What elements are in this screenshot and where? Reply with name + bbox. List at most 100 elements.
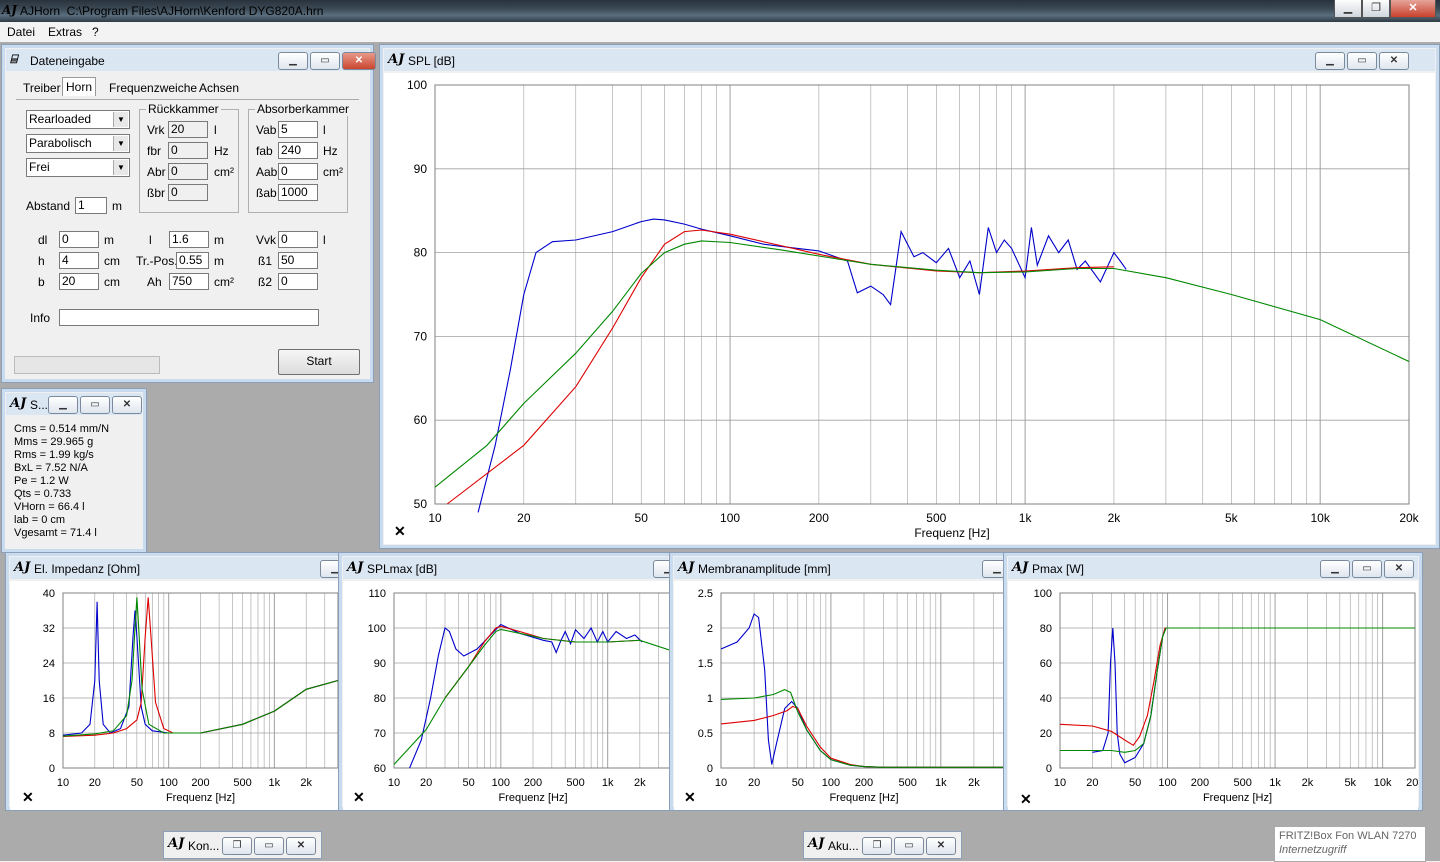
b2-label: ß2 [258,275,273,289]
close-icon[interactable]: ✕ [342,52,376,70]
start-button[interactable]: Start [278,349,360,375]
close-icon[interactable]: ✕ [112,396,142,414]
spl-chart: 50 60 70 80 90 100 10 20 50 100 200 500 1k 2k 5k 10k 20k… [407,78,1420,540]
minimize-icon[interactable]: ▁ [1334,0,1362,18]
ah-label: Ah [147,275,162,289]
close-plot-icon[interactable]: ✕ [394,523,406,540]
menu-extras[interactable]: Extras [48,25,82,39]
pmax-titlebar[interactable]: AJ Pmax [W] ▁ ▭ ✕ [1008,557,1418,579]
restore-icon[interactable]: ▭ [1347,52,1377,70]
info-input[interactable] [59,309,319,326]
fbr-input[interactable]: 0 [168,142,208,159]
close-icon[interactable]: ✕ [1379,52,1409,70]
chevron-down-icon: ▼ [113,112,128,127]
minimized-window-kon[interactable]: AJ Kon... ❐ ▭ ✕ [163,831,322,859]
fab-input[interactable]: 240 [278,142,318,159]
maximize-icon[interactable]: ▭ [894,837,924,855]
l-input[interactable]: 1.6 [169,231,209,248]
x-tick-label: 10 [388,777,400,789]
membrane-titlebar[interactable]: AJ Membranamplitude [mm] ▁ [674,557,1012,579]
close-icon[interactable]: ✕ [1384,560,1414,578]
abstand-input[interactable]: 1 [75,197,107,214]
b-input[interactable]: 20 [59,273,99,290]
vvk-input[interactable]: 0 [278,231,318,248]
params-titlebar[interactable]: AJ S... ▁ ▭ ✕ [6,393,142,415]
bbr-input[interactable]: 0 [168,184,208,201]
restore-icon[interactable]: ▭ [1352,560,1382,578]
progress-bar [14,356,160,374]
minimize-icon[interactable]: ▁ [1320,560,1350,578]
maximize-icon[interactable]: ▭ [254,837,284,855]
dl-input[interactable]: 0 [59,231,99,248]
restore-icon[interactable]: ❐ [222,837,252,855]
close-plot-icon[interactable]: ✕ [684,789,696,806]
aj-logo-icon: AJ [1012,560,1029,575]
bab-input[interactable]: 1000 [278,184,318,201]
restore-icon[interactable]: ▭ [310,52,340,70]
y-tick-label: 16 [43,693,55,705]
series-line-red [446,229,1114,505]
horn-profile-select[interactable]: Parabolisch ▼ [26,134,130,153]
aab-input[interactable]: 0 [278,163,318,180]
tab-horn[interactable]: Horn [62,77,97,96]
x-axis-label: Frequenz [Hz] [498,792,567,804]
x-tick-label: 50 [635,511,649,525]
vrk-input[interactable]: 20 [168,121,208,138]
tab-treiber[interactable]: Treiber [20,79,64,97]
splmax-plot-area: 60 70 80 90 100 110 10 20 50 100 200 500 1k 2k Frequen… [343,581,673,810]
membrane-title: Membranamplitude [mm] [698,562,831,576]
restore-icon[interactable]: ▭ [80,396,110,414]
close-icon[interactable]: ✕ [926,837,956,855]
impedance-chart: 0 8 16 24 32 40 10 20 50 100 200 500 1k 2k Frequenz [H… [43,588,339,804]
menu-help[interactable]: ? [92,25,99,39]
minimize-icon[interactable]: ▁ [1315,52,1345,70]
series-line-red [444,625,640,699]
tab-achsen[interactable]: Achsen [196,79,242,97]
vab-input[interactable]: 5 [278,121,318,138]
y-tick-label: 1.5 [698,658,713,670]
spl-plot-area: 50 60 70 80 90 100 10 20 50 100 200 500 1k 2k 5k 10k 20k… [384,73,1435,544]
h-input[interactable]: 4 [59,252,99,269]
x-tick-label: 10k [1310,511,1330,525]
abr-input[interactable]: 0 [168,163,208,180]
horn-mount-select[interactable]: Frei ▼ [26,158,130,177]
menu-bar: Datei Extras ? [0,22,1440,43]
y-tick-label: 80 [374,693,386,705]
impedance-titlebar[interactable]: AJ El. Impedanz [Ohm] ▁ [10,557,350,579]
close-icon[interactable]: ✕ [1390,0,1436,18]
trpos-input[interactable]: 0.55 [176,252,209,269]
x-tick-label: 500 [1234,777,1252,789]
close-plot-icon[interactable]: ✕ [1020,791,1032,808]
y-tick-label: 8 [49,728,55,740]
minimize-icon[interactable]: ▁ [48,396,78,414]
spl-titlebar[interactable]: AJ SPL [dB] ▁ ▭ ✕ [384,49,1435,71]
b1-input[interactable]: 50 [278,252,318,269]
splmax-titlebar[interactable]: AJ SPLmax [dB] ▁ [343,557,683,579]
restore-icon[interactable]: ❐ [862,837,892,855]
app-logo-icon: AJ [2,3,17,17]
ah-input[interactable]: 750 [169,273,209,290]
restore-icon[interactable]: ❐ [1362,0,1390,18]
minimized-window-aku[interactable]: AJ Aku... ❐ ▭ ✕ [803,831,962,859]
y-tick-label: 80 [414,246,428,260]
b2-input[interactable]: 0 [278,273,318,290]
spl-title: SPL [dB] [408,54,455,68]
absorberkammer-title: Absorberkammer [255,102,352,116]
dateneingabe-titlebar[interactable]: ⌸ Dateneingabe ▁ ▭ ✕ [6,49,376,71]
close-plot-icon[interactable]: ✕ [353,789,365,806]
close-plot-icon[interactable]: ✕ [22,789,34,806]
minimize-icon[interactable]: ▁ [278,52,308,70]
chevron-down-icon: ▼ [113,136,128,151]
menu-datei[interactable]: Datei [7,25,35,39]
x-tick-label: 1k [935,777,947,789]
close-icon[interactable]: ✕ [286,837,316,855]
x-tick-label: 20k [1406,777,1418,789]
tab-frequenzweiche[interactable]: Frequenzweiche [106,79,200,97]
series-line-red [1059,627,1415,747]
aab-unit: cm² [323,165,343,179]
ah-unit: cm² [214,275,234,289]
aj-logo-icon: AJ [347,560,364,575]
x-tick-label: 2k [968,777,980,789]
info-label: Info [30,311,51,325]
horn-type-select[interactable]: Rearloaded ▼ [26,110,130,129]
